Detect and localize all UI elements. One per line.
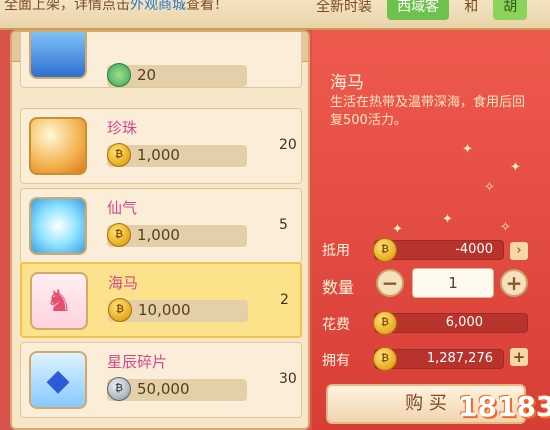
item-limit: 5 [279, 217, 288, 233]
announcement-text: 全面上架，详情点击外观商城查看！ [4, 0, 228, 14]
item-description: 生活在热带及温带深海，食用后回复500活力。 [330, 95, 526, 128]
category-tabs: 全新时装 西域客 和 胡 [306, 0, 528, 20]
cost-label: 花费 [322, 317, 350, 333]
seahorse-icon: ♞ [30, 272, 88, 330]
list-item[interactable]: 20 [20, 32, 302, 88]
gold-coin-icon: ₿ [373, 347, 397, 371]
item-list-panel: 名称 限购 20 珍珠 ₿ 1,000 20 仙气 ₿ 1,000 5 ♞ 海马… [10, 30, 310, 430]
decrease-quantity-button[interactable]: − [376, 269, 404, 297]
item-price: 20 [137, 66, 157, 84]
cost-value: 6,000 [445, 315, 483, 330]
offset-label: 抵用 [322, 243, 350, 259]
list-item-selected[interactable]: ♞ 海马 ₿ 10,000 2 [20, 262, 302, 338]
sparkle-icon: ✧ [500, 220, 511, 235]
pearl-icon [29, 117, 87, 175]
cost-field: ₿ 6,000 [373, 311, 528, 335]
item-limit: 30 [279, 371, 297, 387]
owned-value: 1,287,276 [426, 351, 493, 366]
notice-prefix: 全面上架，详情点击 [4, 0, 130, 13]
silver-coin-icon: ₿ [107, 377, 131, 401]
gold-coin-icon: ₿ [373, 311, 397, 335]
item-name: 海马 [108, 274, 139, 292]
item-price: 1,000 [137, 226, 180, 244]
tab-hu[interactable]: 胡 [493, 0, 528, 20]
item-price: 1,000 [137, 146, 180, 164]
tab-new-fashion[interactable]: 全新时装 [306, 0, 382, 20]
item-price: 10,000 [138, 301, 191, 319]
shop-link[interactable]: 外观商城 [130, 0, 186, 13]
list-item[interactable]: 珍珠 ₿ 1,000 20 [20, 108, 302, 184]
sparkle-icon: ✧ [484, 180, 495, 195]
price-bar: ₿ 10,000 [108, 298, 248, 322]
gold-coin-icon: ₿ [107, 143, 131, 167]
price-bar: ₿ 1,000 [107, 223, 247, 247]
sparkle-icon: ✦ [510, 160, 521, 175]
crystal-icon: ◆ [29, 351, 87, 409]
owned-field: ₿ 1,287,276 [373, 347, 504, 371]
quantity-input[interactable]: 1 [412, 268, 494, 298]
tab-western-guest[interactable]: 西域客 [387, 0, 450, 20]
gold-coin-icon: ₿ [107, 223, 131, 247]
list-item[interactable]: 仙气 ₿ 1,000 5 [20, 188, 302, 264]
announcement-bar: 全面上架，详情点击外观商城查看！ 全新时装 西域客 和 胡 [0, 0, 550, 30]
sparkle-icon: ✦ [392, 222, 403, 237]
item-limit: 20 [279, 137, 297, 153]
add-currency-button[interactable]: + [510, 348, 528, 366]
notice-suffix: 查看！ [186, 0, 228, 13]
item-name: 星辰碎片 [107, 353, 168, 371]
item-name: 仙气 [107, 199, 138, 217]
tab-he[interactable]: 和 [454, 0, 488, 20]
cloud-icon [29, 197, 87, 255]
gold-coin-icon: ₿ [373, 238, 397, 262]
list-item[interactable]: ◆ 星辰碎片 ₿ 50,000 30 [20, 342, 302, 418]
increase-quantity-button[interactable]: + [500, 269, 528, 297]
price-bar: 20 [107, 63, 247, 87]
item-name: 珍珠 [107, 119, 138, 137]
slime-icon [29, 32, 87, 79]
watermark-logo: 18183 [458, 390, 550, 423]
item-detail-panel: ✦ ✦ ✧ ✦ ✦ ✧ 海马 生活在热带及温带深海，食用后回复500活力。 抵用… [312, 30, 550, 430]
price-bar: ₿ 50,000 [107, 377, 247, 401]
owned-label: 拥有 [322, 353, 350, 369]
price-bar: ₿ 1,000 [107, 143, 247, 167]
offset-field: ₿ -4000 [373, 238, 504, 262]
quantity-label: 数量 [322, 278, 355, 297]
offset-expand-button[interactable]: › [510, 242, 528, 260]
item-title: 海马 [330, 73, 364, 93]
sparkle-icon: ✦ [442, 212, 453, 227]
jade-coin-icon [107, 63, 131, 87]
sparkle-icon: ✦ [462, 142, 473, 157]
item-price: 50,000 [137, 380, 190, 398]
item-limit: 2 [280, 292, 289, 308]
gold-coin-icon: ₿ [108, 298, 132, 322]
offset-value: -4000 [455, 242, 493, 257]
